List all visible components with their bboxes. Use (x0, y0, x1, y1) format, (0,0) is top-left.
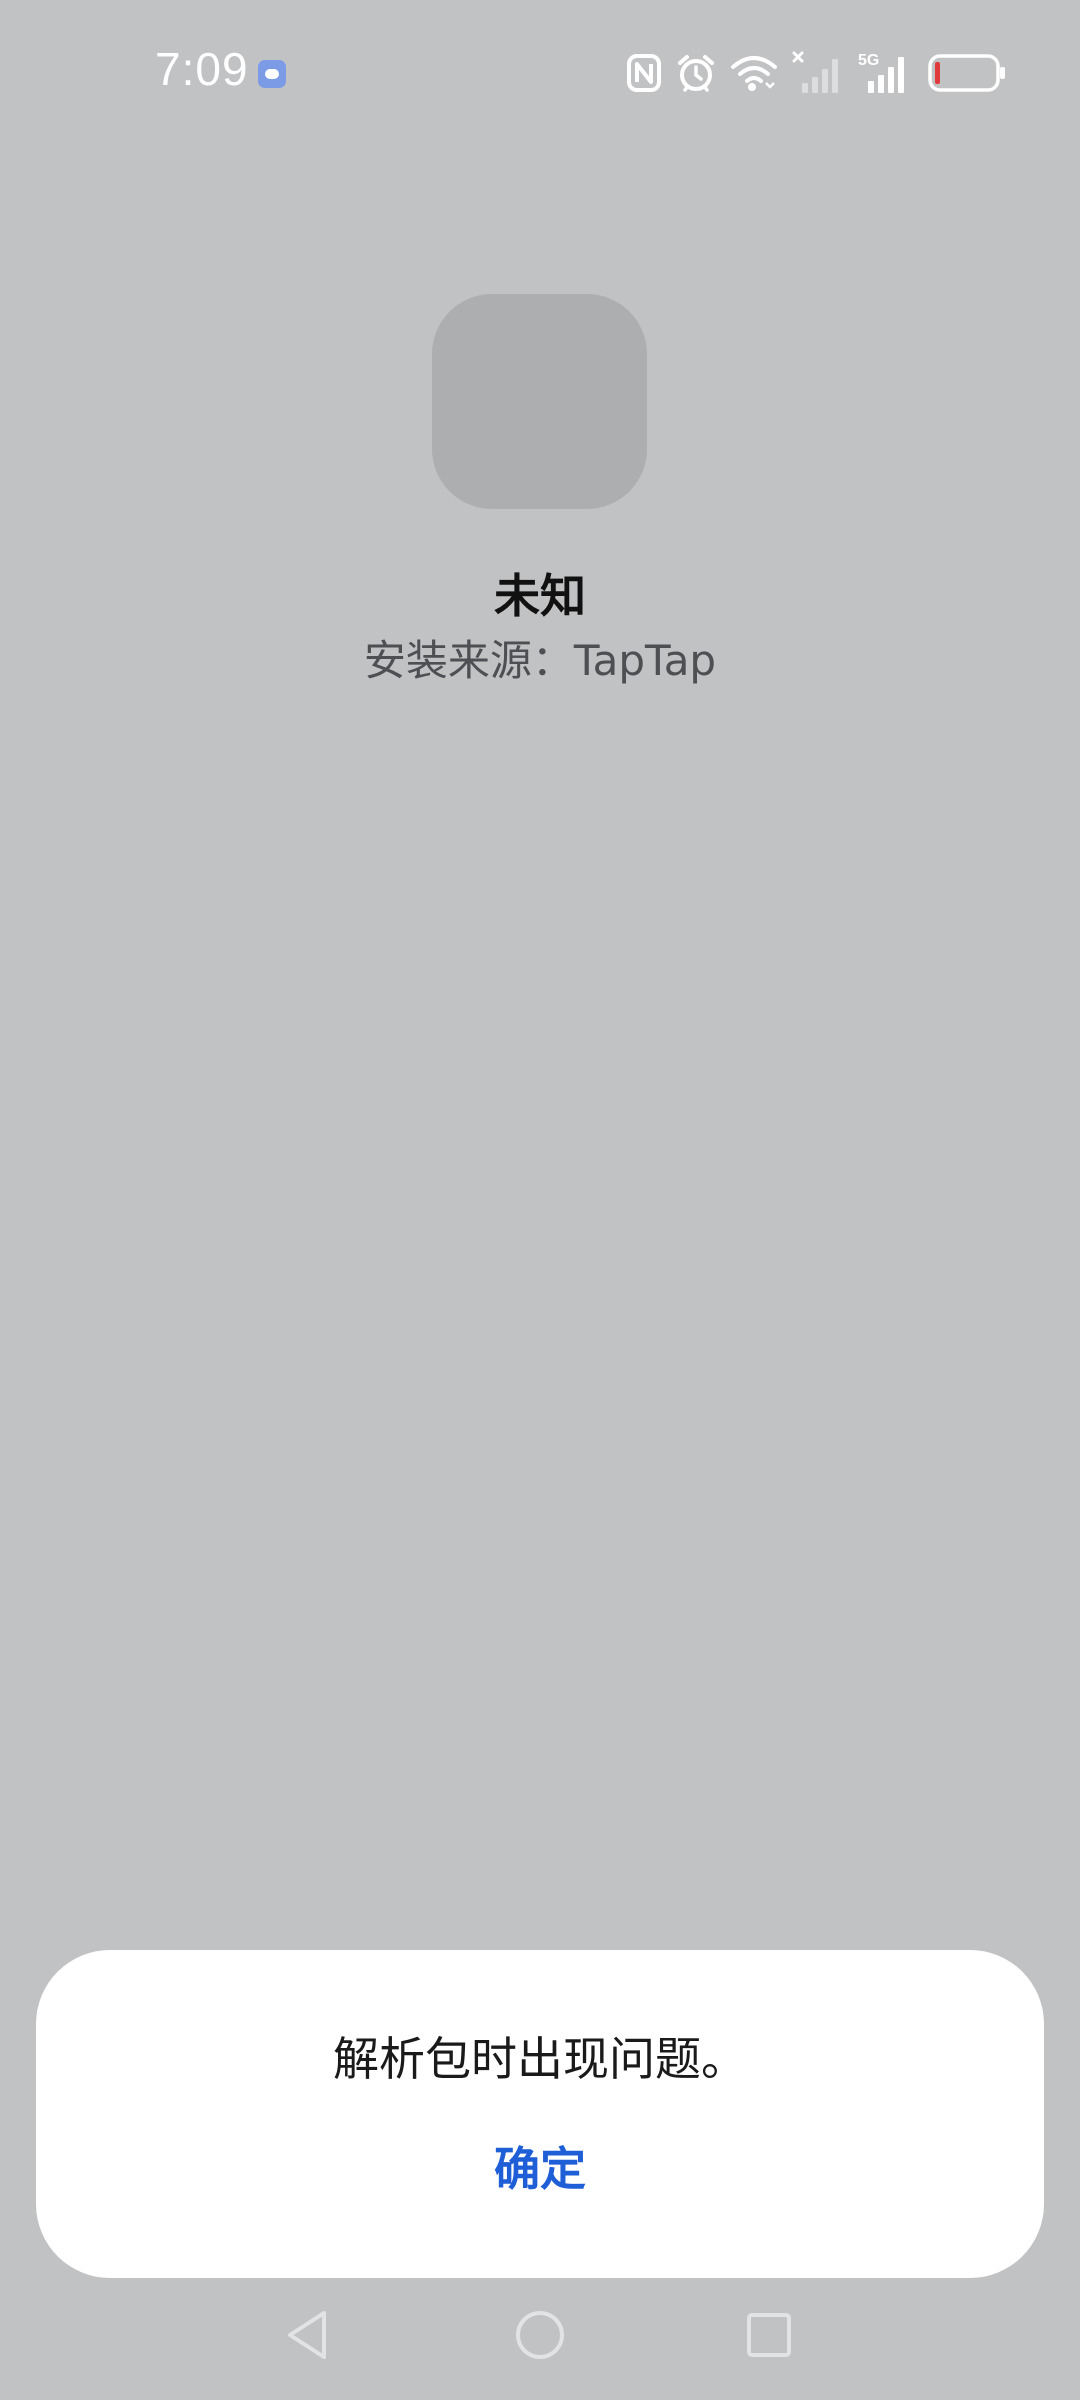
app-icon-placeholder (432, 294, 647, 509)
battery-icon (928, 54, 1005, 92)
app-notification-icon (258, 60, 286, 88)
system-icons: 5G (626, 50, 1006, 96)
status-bar: 7:09 5G (0, 0, 1080, 145)
alarm-icon (678, 55, 714, 92)
nav-recents-button[interactable] (724, 2290, 814, 2380)
confirm-button[interactable]: 确定 (440, 2130, 640, 2202)
nav-home-button[interactable] (495, 2290, 585, 2380)
nfc-icon (627, 54, 661, 92)
svg-text:5G: 5G (858, 52, 879, 69)
recents-icon (747, 2313, 791, 2357)
navigation-bar (0, 2290, 1080, 2400)
wifi-icon (731, 56, 777, 91)
signal-5g-icon: 5G (858, 52, 904, 93)
install-source: 安装来源：TapTap (363, 636, 717, 685)
app-name: 未知 (494, 569, 586, 623)
dialog-message: 解析包时出现问题。 (333, 2032, 747, 2086)
error-dialog: 解析包时出现问题。 确定 (36, 1950, 1044, 2278)
nav-back-button[interactable] (263, 2290, 353, 2380)
home-icon (516, 2311, 564, 2359)
sim-no-signal-icon (792, 51, 838, 93)
back-icon (288, 2311, 326, 2359)
status-time: 7:09 (155, 43, 249, 95)
